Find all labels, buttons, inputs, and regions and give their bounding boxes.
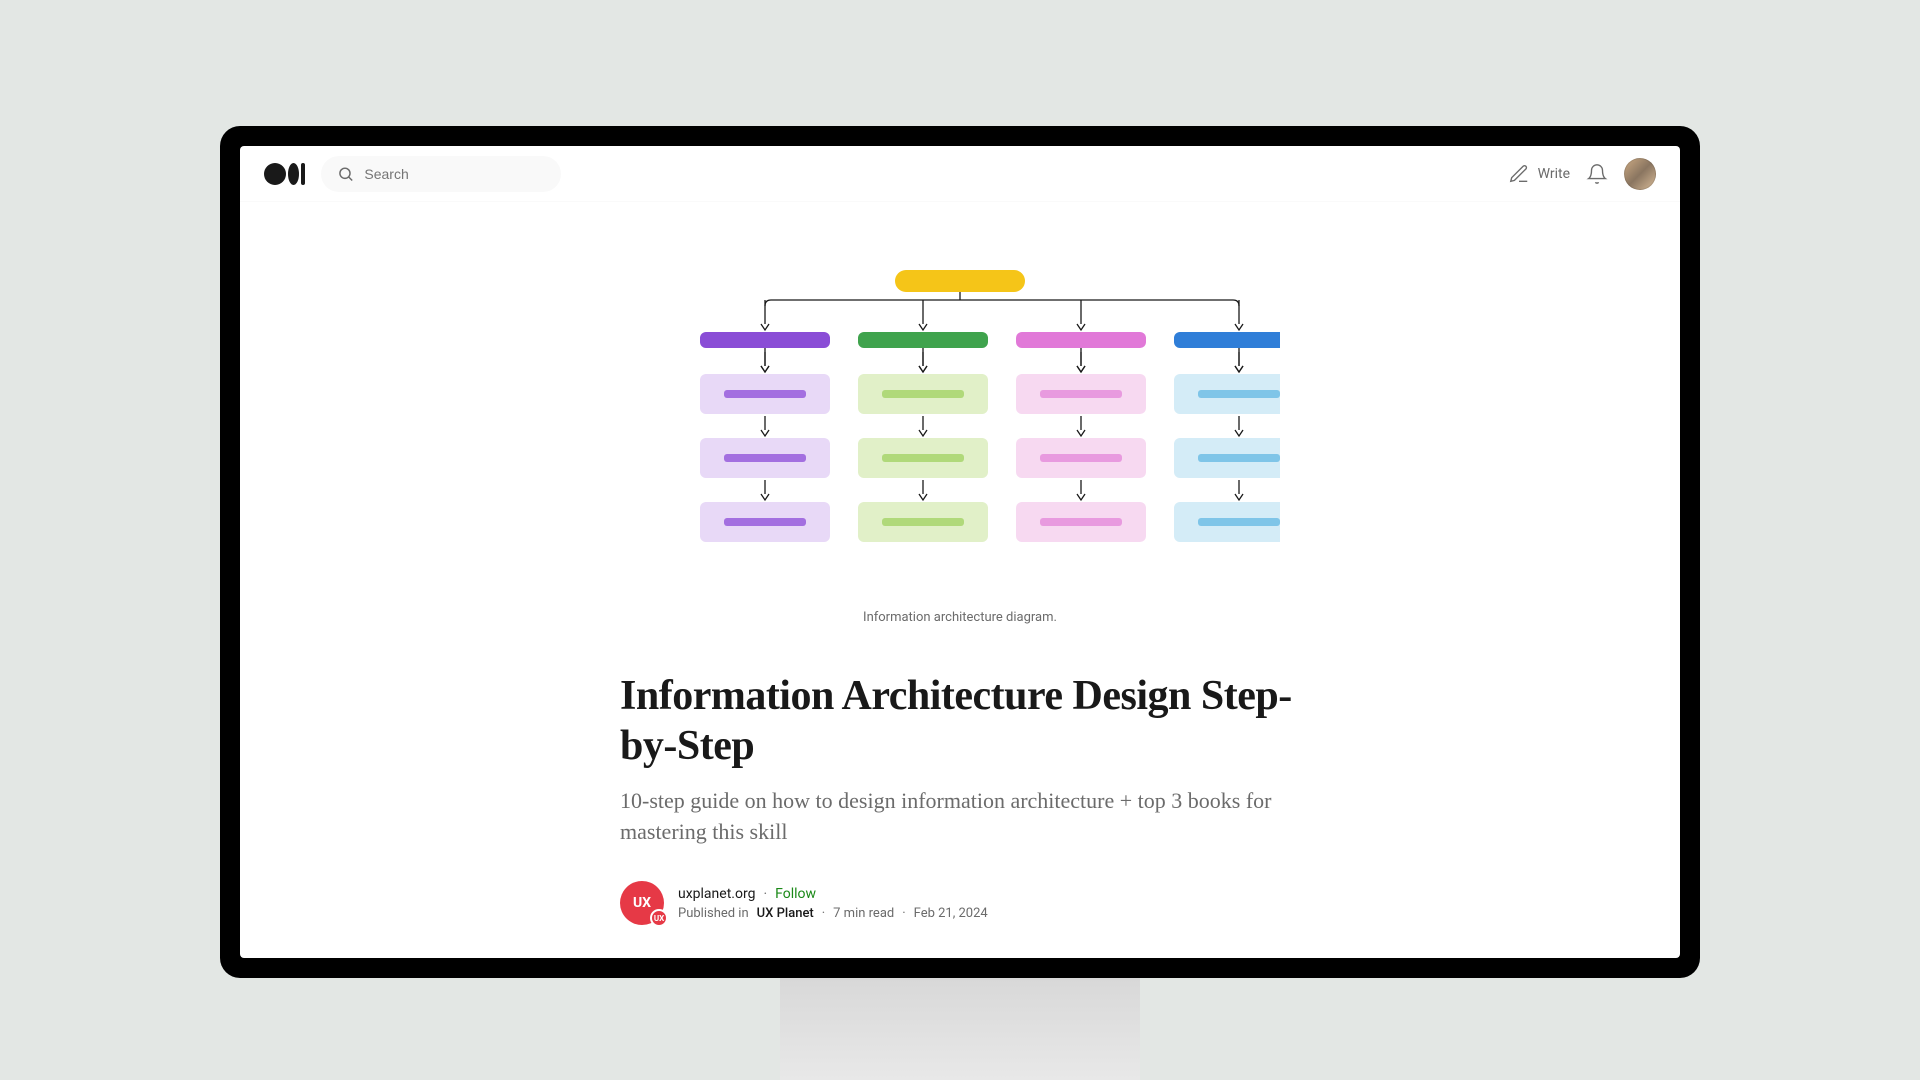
author-meta: uxplanet.org · Follow Published in UX Pl…: [678, 886, 988, 921]
hero-diagram: Information architecture diagram.: [640, 262, 1280, 625]
publish-date: Feb 21, 2024: [914, 906, 988, 921]
read-time: 7 min read: [833, 906, 894, 921]
topbar: Write: [240, 146, 1680, 202]
hero-caption: Information architecture diagram.: [640, 610, 1280, 625]
published-in-prefix: Published in: [678, 906, 749, 921]
search-icon: [337, 164, 354, 184]
author-avatar-text: UX: [633, 895, 651, 911]
monitor-frame: Write Information architecture diagram. …: [220, 126, 1700, 978]
author-badge-text: UX: [654, 914, 664, 923]
follow-button[interactable]: Follow: [775, 886, 816, 902]
author-avatar[interactable]: UX UX: [620, 881, 664, 925]
author-avatar-badge: UX: [650, 909, 668, 927]
search-box[interactable]: [321, 156, 561, 192]
ia-diagram-svg: [640, 262, 1280, 562]
write-icon: [1508, 163, 1530, 185]
write-label: Write: [1538, 166, 1570, 182]
article-title: Information Architecture Design Step-by-…: [620, 671, 1300, 772]
article: Information Architecture Design Step-by-…: [620, 671, 1300, 925]
author-row: UX UX uxplanet.org · Follow Published in: [620, 881, 1300, 925]
screen: Write Information architecture diagram. …: [240, 146, 1680, 958]
article-subtitle: 10-step guide on how to design informati…: [620, 786, 1300, 848]
write-button[interactable]: Write: [1508, 163, 1570, 185]
search-input[interactable]: [364, 166, 545, 182]
publication-link[interactable]: UX Planet: [757, 906, 814, 921]
author-name[interactable]: uxplanet.org: [678, 886, 755, 902]
content: Information architecture diagram. Inform…: [240, 202, 1680, 958]
notifications-icon[interactable]: [1586, 163, 1608, 185]
user-avatar[interactable]: [1624, 158, 1656, 190]
monitor-stand: [780, 978, 1140, 1080]
medium-logo[interactable]: [264, 163, 305, 185]
